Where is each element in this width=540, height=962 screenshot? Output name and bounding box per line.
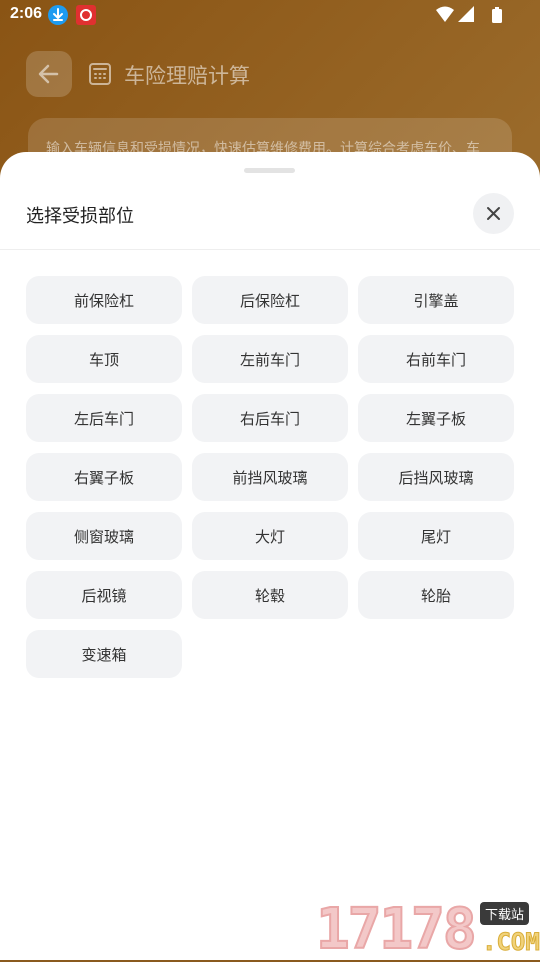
part-option[interactable]: 前挡风玻璃 — [192, 453, 348, 501]
drag-handle[interactable] — [244, 168, 295, 173]
sheet-title: 选择受损部位 — [26, 206, 134, 227]
part-option[interactable]: 右前车门 — [358, 335, 514, 383]
part-option[interactable]: 尾灯 — [358, 512, 514, 560]
close-icon — [487, 207, 500, 220]
wifi-icon — [436, 6, 454, 22]
divider — [0, 249, 540, 250]
part-option[interactable]: 大灯 — [192, 512, 348, 560]
status-icons — [436, 6, 506, 24]
watermark-tag: 下载站 — [480, 902, 530, 925]
part-option[interactable]: 左翼子板 — [358, 394, 514, 442]
back-button[interactable] — [26, 51, 72, 97]
download-icon — [48, 5, 68, 25]
status-time: 2:06 — [10, 5, 43, 22]
part-option[interactable]: 侧窗玻璃 — [26, 512, 182, 560]
battery-icon — [492, 7, 502, 23]
watermark-com: .COM — [482, 928, 540, 957]
part-option[interactable]: 右翼子板 — [26, 453, 182, 501]
part-option[interactable]: 后挡风玻璃 — [358, 453, 514, 501]
signal-icon — [458, 6, 474, 22]
watermark-digits: 17178 — [315, 897, 478, 962]
damage-part-sheet: 选择受损部位 前保险杠 后保险杠 引擎盖 车顶 左前车门 右前车门 左后车门 右… — [0, 152, 540, 960]
part-option[interactable]: 前保险杠 — [26, 276, 182, 324]
part-option[interactable]: 变速箱 — [26, 630, 182, 678]
part-option[interactable]: 后保险杠 — [192, 276, 348, 324]
page-title: 车险理赔计算 — [124, 64, 250, 88]
part-option[interactable]: 右后车门 — [192, 394, 348, 442]
app-notification-icon — [76, 5, 96, 25]
part-option[interactable]: 左后车门 — [26, 394, 182, 442]
close-button[interactable] — [473, 193, 514, 234]
part-option[interactable]: 车顶 — [26, 335, 182, 383]
calculator-icon — [88, 62, 112, 86]
watermark-logo: 17178 下载站 .COM — [315, 897, 540, 962]
part-grid: 前保险杠 后保险杠 引擎盖 车顶 左前车门 右前车门 左后车门 右后车门 左翼子… — [26, 276, 514, 678]
arrow-left-icon — [38, 64, 59, 84]
part-option[interactable]: 引擎盖 — [358, 276, 514, 324]
status-bar: 2:06 — [0, 0, 540, 30]
part-option[interactable]: 左前车门 — [192, 335, 348, 383]
part-option[interactable]: 轮胎 — [358, 571, 514, 619]
part-option[interactable]: 后视镜 — [26, 571, 182, 619]
part-option[interactable]: 轮毂 — [192, 571, 348, 619]
